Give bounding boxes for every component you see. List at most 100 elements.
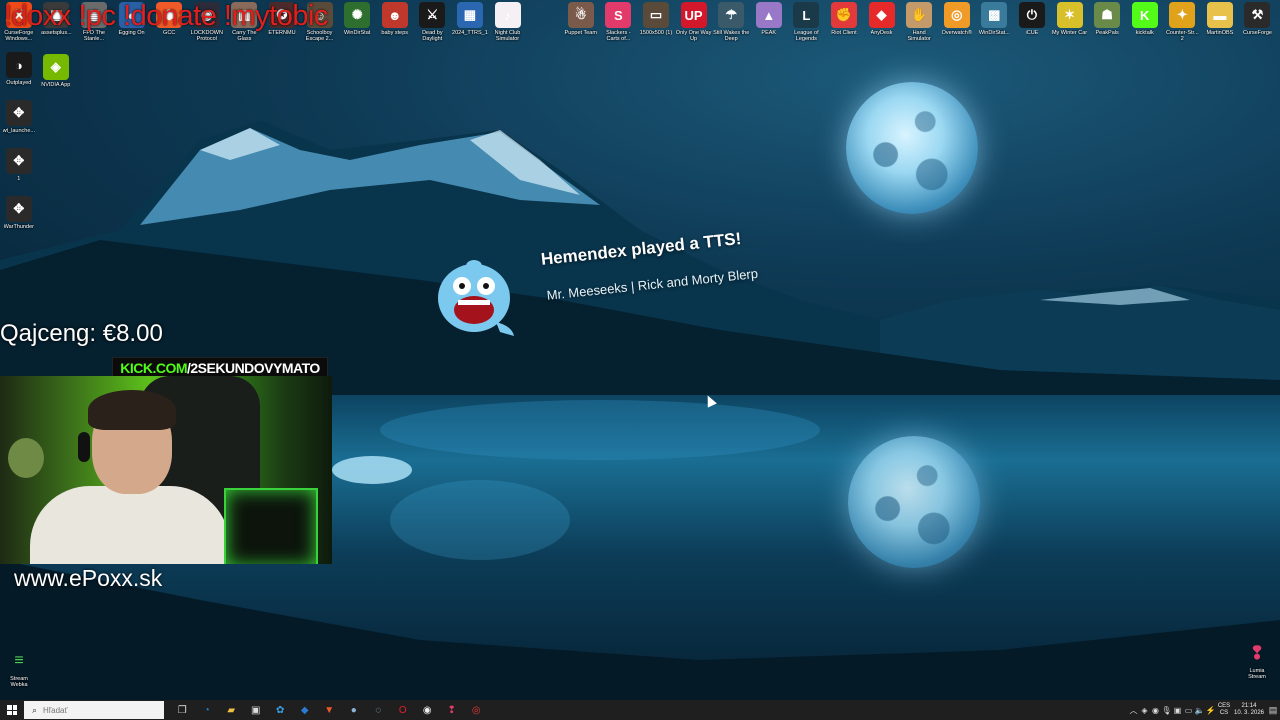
lumia-stream-icon: ❢: [1249, 642, 1265, 663]
desktop-icon[interactable]: ⚔ Dead by Daylight: [414, 2, 452, 42]
game-icon: UP: [680, 2, 707, 28]
desktop-icon-label: 1: [17, 176, 21, 182]
desktop-icon[interactable]: ⚒ CurseForge: [1239, 2, 1277, 42]
desktop-icon[interactable]: ✥ wt_launche...: [0, 100, 38, 140]
desktop-icon[interactable]: ✶ My Winter Car: [1051, 2, 1089, 42]
game-icon: ✶: [1056, 2, 1083, 28]
bluetooth-icon[interactable]: ⚡: [1205, 700, 1216, 720]
taskbar-app-brave[interactable]: ▼: [317, 700, 342, 720]
desktop-icon-stream-webka[interactable]: ≡ Stream Webka: [2, 648, 36, 688]
desktop-icon-label: Stream Webka: [10, 676, 28, 688]
taskbar-app-app-pin[interactable]: ❢: [440, 700, 465, 720]
search-input[interactable]: [41, 704, 156, 716]
desktop-icon[interactable]: ◆ AnyDesk: [863, 2, 901, 42]
desktop-icon-nvidia-app[interactable]: ◈ NVIDIA App: [37, 54, 75, 94]
desktop-icon[interactable]: ✊ Riot Client: [825, 2, 863, 42]
taskbar-app-app-globe[interactable]: ●: [342, 700, 367, 720]
desktop-icon[interactable]: ✺ WinDirStat: [338, 2, 376, 42]
game-icon: L: [793, 2, 820, 28]
tts-alert: Hemendex played a TTS! Mr. Meeseeks | Ri…: [430, 229, 790, 356]
desktop-icon[interactable]: L League of Legends: [788, 2, 826, 42]
tray-app-icon[interactable]: ◈: [1139, 700, 1150, 720]
tray-app-icon[interactable]: ▣: [1172, 700, 1183, 720]
volume-icon[interactable]: 🔈: [1194, 700, 1205, 720]
desktop-icon[interactable]: ☗ PeakPals: [1088, 2, 1126, 42]
game-icon: ☃: [567, 2, 594, 28]
desktop-icon[interactable]: ▭ 1500x500 (1): [637, 2, 675, 42]
taskbar-app-store[interactable]: ▣: [244, 700, 269, 720]
taskbar-app-photos[interactable]: ✿: [268, 700, 293, 720]
language-indicator[interactable]: CES CS: [1216, 703, 1232, 717]
opera-icon: O: [398, 704, 407, 716]
desktop-icon[interactable]: ☂ Still Wakes the Deep: [712, 2, 750, 42]
taskbar-app-file-explorer[interactable]: ▰: [219, 700, 244, 720]
desktop-icon-label: Slackers - Carts of...: [606, 30, 631, 42]
taskbar-app-steam[interactable]: ◌: [366, 700, 391, 720]
desktop-icon-label: PEAK: [761, 30, 777, 36]
desktop-icon[interactable]: ☻ baby steps: [376, 2, 414, 42]
desktop-icon-label: WinDirStat: [344, 30, 371, 36]
desktop-icon[interactable]: ◎ Overwatch®: [938, 2, 976, 42]
desktop-icon-label: CurseForge: [1242, 30, 1272, 36]
desktop-icon[interactable]: ◑ Outplayed: [0, 52, 38, 92]
desktop-icon[interactable]: ⏻ iCUE: [1013, 2, 1051, 42]
photos-icon: ✿: [276, 704, 285, 716]
desktop-icon[interactable]: ✦ Counter-Str... 2: [1164, 2, 1202, 42]
desktop-icon[interactable]: ▲ PEAK: [750, 2, 788, 42]
taskbar-app-task-view[interactable]: ❐: [170, 700, 195, 720]
desktop-icon-column-left: ◑ Outplayed ✥ wt_launche... ✥ 1 ✥ WarThunder: [0, 52, 38, 244]
desktop-icon[interactable]: ☃ Puppet Team: [562, 2, 600, 42]
desktop-icon[interactable]: ▦ 2024_TTRS_1: [451, 2, 489, 42]
game-icon: ⚔: [419, 2, 446, 28]
moon-reflection: [848, 436, 980, 568]
folder-icon: ▬: [1206, 2, 1233, 28]
warthunder-icon: ✥: [5, 100, 32, 126]
kick-banner-channel: /2SEKUNDOVYMATO: [187, 359, 320, 376]
show-hidden-icons-icon[interactable]: ︿: [1128, 700, 1139, 720]
notification-center-icon[interactable]: ▤: [1266, 705, 1280, 716]
taskbar-app-app-blue[interactable]: ◆: [293, 700, 318, 720]
overlay-commands-title: !doxx !pc !donate !mytobic: [4, 0, 328, 32]
desktop-icon[interactable]: ▬ MartinOBS: [1201, 2, 1239, 42]
desktop-icon[interactable]: ✥ 1: [0, 148, 38, 188]
microphone-icon[interactable]: 🎙: [1161, 700, 1172, 720]
desktop-icon[interactable]: UP Only One Way Up: [675, 2, 713, 42]
desktop-icon[interactable]: ♪ Night Club Simulator: [489, 2, 527, 42]
tray-app-icon[interactable]: ◉: [1150, 700, 1161, 720]
desktop-icon[interactable]: ✥ WarThunder: [0, 196, 38, 236]
windows-logo-icon: [7, 705, 17, 715]
file-explorer-icon: ▰: [227, 704, 236, 716]
desktop-icon[interactable]: S Slackers - Carts of...: [600, 2, 638, 42]
desktop-icon-label: League of Legends: [794, 30, 819, 42]
windirstat-icon: ▩: [981, 2, 1008, 28]
desktop-icon-label: Hand Simulator: [907, 30, 931, 42]
clock-date: 10. 3. 2026: [1233, 710, 1265, 716]
stream-webka-icon: ≡: [14, 652, 24, 669]
tts-alert-title: Hemendex played a TTS!: [540, 228, 743, 269]
desktop-icon-label: Puppet Team: [564, 30, 597, 36]
game-icon: S: [605, 2, 632, 28]
brave-icon: ▼: [324, 704, 335, 716]
taskbar-app-edge[interactable]: ◔: [195, 700, 220, 720]
desktop-icon[interactable]: ✋ Hand Simulator: [900, 2, 938, 42]
headset-icon: [78, 432, 90, 462]
desktop-icon-label: Counter-Str... 2: [1165, 30, 1199, 42]
icue-icon: ⏻: [1018, 2, 1045, 28]
obs-icon: ◉: [422, 704, 432, 716]
taskbar-app-app-record[interactable]: ◎: [464, 700, 489, 720]
desktop-icon-row-right: ☃ Puppet Team S Slackers - Carts of... ▭ 1500…: [562, 2, 1276, 42]
desktop-icon-lumia-stream[interactable]: ❢ Lumia Stream: [1240, 640, 1274, 681]
game-icon: ◎: [943, 2, 970, 28]
desktop-icon[interactable]: Kkicktalk: [1126, 2, 1164, 42]
desktop-icon[interactable]: ▩ WinDirStat...: [976, 2, 1014, 42]
desktop-icon-label: AnyDesk: [870, 30, 893, 36]
taskbar-clock[interactable]: 21:14 10. 3. 2026: [1232, 703, 1266, 717]
taskbar-app-obs[interactable]: ◉: [415, 700, 440, 720]
start-button[interactable]: [0, 700, 24, 720]
desktop-icon-label: My Winter Car: [1051, 30, 1088, 36]
network-icon[interactable]: ▭: [1183, 700, 1194, 720]
desktop-icon-label: baby steps: [381, 30, 409, 36]
taskbar-app-opera[interactable]: O: [391, 700, 416, 720]
taskbar-search[interactable]: ⌕: [24, 701, 164, 719]
desktop-icon-label: wt_launche...: [2, 128, 35, 134]
